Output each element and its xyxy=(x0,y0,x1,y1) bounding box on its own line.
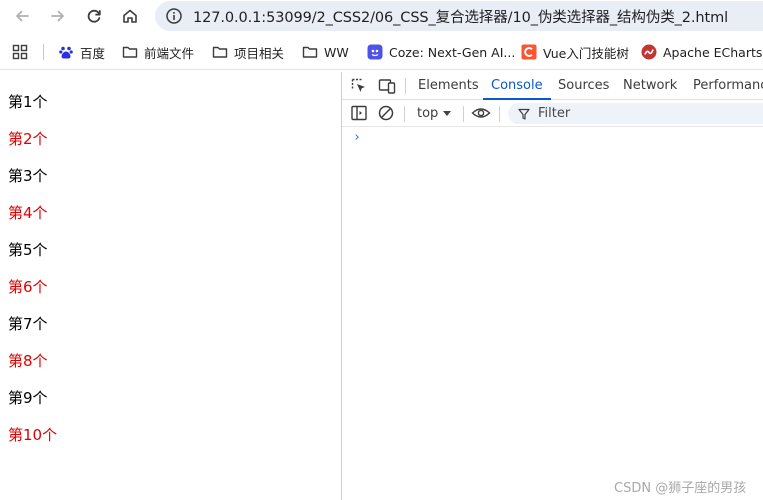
clear-console-icon[interactable] xyxy=(377,104,395,122)
list-item: 第9个 xyxy=(8,389,48,407)
csdn-icon xyxy=(521,44,537,60)
home-icon xyxy=(123,9,137,23)
home-button[interactable] xyxy=(116,2,144,30)
bookmark-ww[interactable]: WW xyxy=(302,34,349,70)
apps-button[interactable] xyxy=(12,34,34,70)
bookmarks-divider xyxy=(43,44,44,60)
toolbar-divider xyxy=(405,78,406,94)
bookmark-vue[interactable]: Vue入门技能树 xyxy=(521,34,629,70)
reload-icon xyxy=(87,9,101,23)
watermark: CSDN @狮子座的男孩 xyxy=(614,481,747,496)
tab-sources[interactable]: Sources xyxy=(558,72,609,100)
filter-placeholder: Filter xyxy=(538,106,571,121)
list-item: 第3个 xyxy=(8,167,48,185)
bookmark-label: Apache ECharts xyxy=(663,44,763,60)
browser-toolbar: 127.0.0.1:53099/2_CSS2/06_CSS_复合选择器/10_伪… xyxy=(0,0,763,34)
bookmark-label: Vue入门技能树 xyxy=(543,45,629,61)
list-item: 第1个 xyxy=(8,93,48,111)
bookmark-label: Coze: Next-Gen AI... xyxy=(389,44,516,60)
bookmark-baidu[interactable]: 百度 xyxy=(58,34,105,70)
info-icon[interactable] xyxy=(165,7,183,25)
tab-network[interactable]: Network xyxy=(623,72,677,100)
folder-icon xyxy=(122,46,138,58)
devtools-tab-bar: Elements Console Sources Network Perform… xyxy=(342,72,763,100)
list-item: 第4个 xyxy=(8,204,48,222)
bookmarks-bar: 百度 前端文件 项目相关 WW Coze: Next-Gen AI... Vue… xyxy=(0,34,763,70)
inspect-element-icon[interactable] xyxy=(350,77,368,95)
apps-grid-icon xyxy=(12,44,28,60)
bookmark-coze[interactable]: Coze: Next-Gen AI... xyxy=(367,34,515,70)
list-item: 第10个 xyxy=(8,426,58,444)
coze-icon xyxy=(367,44,383,60)
tab-console[interactable]: Console xyxy=(483,72,551,100)
list-item: 第5个 xyxy=(8,241,48,259)
console-toolbar: top Filter xyxy=(342,100,763,127)
bookmark-label: 百度 xyxy=(80,45,106,61)
context-selector[interactable]: top xyxy=(417,100,438,127)
list-item: 第7个 xyxy=(8,315,48,333)
device-toolbar-icon[interactable] xyxy=(378,77,396,95)
arrow-left-icon xyxy=(16,10,29,22)
console-prompt[interactable]: › xyxy=(353,130,361,145)
toolbar-divider xyxy=(404,106,405,122)
list-item: 第2个 xyxy=(8,130,48,148)
filter-icon xyxy=(518,108,530,120)
url-text: 127.0.0.1:53099/2_CSS2/06_CSS_复合选择器/10_伪… xyxy=(193,9,729,26)
eye-icon[interactable] xyxy=(471,104,491,122)
bookmark-frontend-files[interactable]: 前端文件 xyxy=(122,34,194,70)
sidebar-toggle-icon[interactable] xyxy=(350,104,368,122)
list-item: 第6个 xyxy=(8,278,48,296)
toolbar-divider xyxy=(463,106,464,122)
bookmark-label: 项目相关 xyxy=(234,45,285,61)
list-item: 第8个 xyxy=(8,352,48,370)
chevron-down-icon xyxy=(443,111,451,116)
arrow-right-icon xyxy=(51,10,64,22)
echarts-icon xyxy=(641,44,657,60)
folder-icon xyxy=(212,46,228,58)
address-bar[interactable]: 127.0.0.1:53099/2_CSS2/06_CSS_复合选择器/10_伪… xyxy=(155,1,763,31)
folder-icon xyxy=(302,46,318,58)
devtools-panel: Elements Console Sources Network Perform… xyxy=(341,72,763,500)
bookmark-project[interactable]: 项目相关 xyxy=(212,34,284,70)
console-filter-input[interactable]: Filter xyxy=(508,103,763,124)
forward-button[interactable] xyxy=(44,2,72,30)
page-viewport: 第1个 第2个 第3个 第4个 第5个 第6个 第7个 第8个 第9个 第10个 xyxy=(0,72,341,500)
bookmark-label: 前端文件 xyxy=(144,45,195,61)
bookmark-echarts[interactable]: Apache ECharts xyxy=(641,34,762,70)
reload-button[interactable] xyxy=(80,2,108,30)
back-button[interactable] xyxy=(8,2,36,30)
tab-elements[interactable]: Elements xyxy=(418,72,479,100)
tab-performance[interactable]: Performance xyxy=(693,72,763,100)
toolbar-divider xyxy=(499,106,500,122)
bookmark-label: WW xyxy=(324,44,349,60)
baidu-icon xyxy=(59,46,73,59)
